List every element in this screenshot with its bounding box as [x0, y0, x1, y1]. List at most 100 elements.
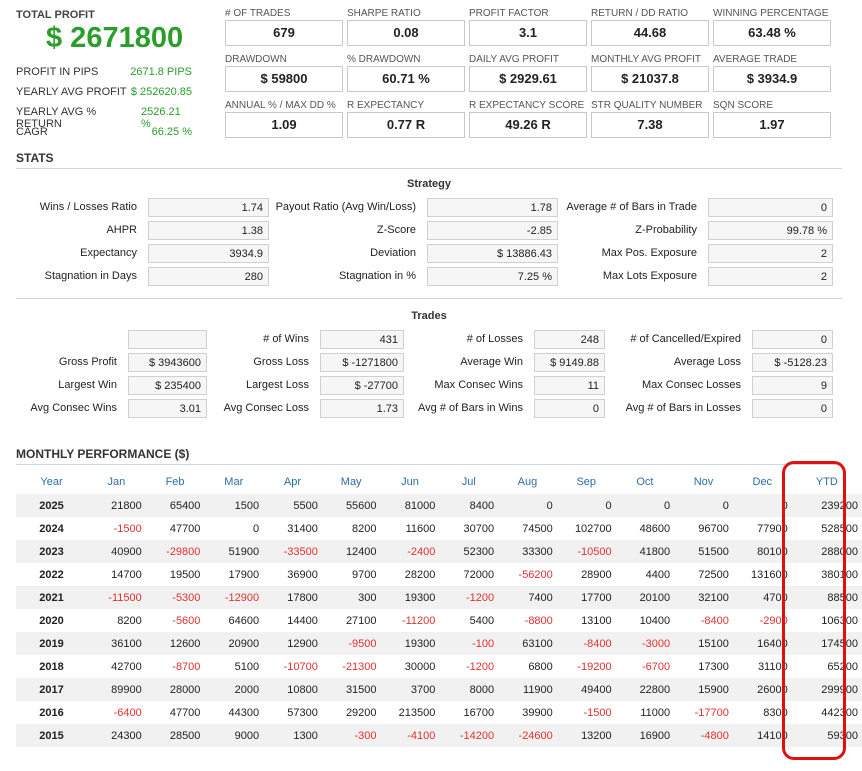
- table-row: 2023 40900 -29800 51900 -33500 12400 -2400 5230…: [16, 540, 862, 563]
- metric-value: 7.38: [591, 112, 709, 138]
- year-cell: 2019: [16, 632, 88, 655]
- summary-row: CAGR 66.25 %: [16, 126, 192, 138]
- stat-value: 280: [148, 267, 269, 286]
- trade-stat-label: Max Consec Losses: [641, 379, 741, 391]
- metric-label: MONTHLY AVG PROFIT: [591, 54, 702, 65]
- month-value-cell: 47700: [169, 522, 201, 535]
- stat-label: Max Lots Exposure: [602, 270, 697, 282]
- month-value-cell: 5400: [469, 614, 495, 627]
- month-value-cell: 64600: [228, 614, 260, 627]
- column-header-mar[interactable]: Mar: [204, 469, 263, 494]
- month-value-cell: 102700: [574, 522, 612, 535]
- column-header-may[interactable]: May: [322, 469, 381, 494]
- month-value-cell: 300: [321, 586, 381, 609]
- month-value-cell: 3700: [380, 678, 440, 701]
- trade-stat-label: Avg Consec Wins: [30, 402, 117, 414]
- month-value-cell: 7400: [498, 586, 557, 609]
- column-header-apr[interactable]: Apr: [263, 469, 322, 494]
- stat-label: Wins / Losses Ratio: [39, 201, 137, 213]
- divider: [16, 168, 842, 169]
- trade-stat-label: Largest Loss: [246, 379, 309, 391]
- month-value-cell: -3000: [615, 632, 675, 655]
- month-value-cell: 19300: [380, 586, 440, 609]
- year-cell: 2022: [39, 568, 64, 581]
- summary-value: 66.25 %: [151, 126, 192, 138]
- column-header-jul[interactable]: Jul: [439, 469, 498, 494]
- month-value-cell: 30700: [463, 522, 495, 535]
- table-row: 2019 36100 12600 20900 12900 -9500 19300 -100 63…: [16, 632, 862, 655]
- summary-label: PROFIT IN PIPS: [16, 66, 99, 78]
- month-value-cell: 72500: [698, 568, 729, 581]
- stat-label: Stagnation in %: [338, 270, 416, 282]
- month-value-cell: 20100: [615, 586, 675, 609]
- month-value-cell: 8200: [352, 522, 377, 535]
- month-value-cell: 2000: [204, 678, 264, 701]
- month-value-cell: 16900: [615, 724, 675, 747]
- metric-value: 3.1: [469, 20, 587, 46]
- table-row: 2024 -1500 47700 0 31400 8200 11600 30700 74500 1…: [16, 517, 862, 540]
- stat-value: 3934.9: [148, 244, 269, 263]
- month-value-cell: 74500: [522, 522, 553, 535]
- column-header-aug[interactable]: Aug: [498, 469, 557, 494]
- month-value-cell: -4800: [674, 724, 733, 747]
- month-value-cell: -8400: [700, 614, 729, 627]
- year-cell: 2017: [16, 678, 88, 701]
- month-value-cell: 41800: [615, 540, 675, 563]
- month-value-cell: 12400: [321, 540, 381, 563]
- trade-stat-label: Avg Consec Loss: [223, 402, 309, 414]
- month-value-cell: 12600: [145, 632, 205, 655]
- column-header-feb[interactable]: Feb: [146, 469, 205, 494]
- month-value-cell: 36100: [87, 632, 146, 655]
- year-cell: 2018: [39, 660, 64, 673]
- month-value-cell: 11600: [405, 522, 436, 535]
- month-value-cell: 42700: [111, 660, 142, 673]
- metric-label: AVERAGE TRADE: [713, 54, 798, 65]
- month-value-cell: -11200: [401, 614, 436, 627]
- month-value-cell: 14400: [287, 614, 318, 627]
- month-value-cell: 17900: [228, 568, 260, 581]
- metric-label: R EXPECTANCY: [347, 100, 425, 111]
- month-value-cell: 40900: [87, 540, 146, 563]
- column-header-oct[interactable]: Oct: [616, 469, 675, 494]
- month-value-cell: 16700: [463, 706, 495, 719]
- month-value-cell: -19200: [577, 660, 612, 673]
- column-header-jun[interactable]: Jun: [381, 469, 440, 494]
- metric-label: # OF TRADES: [225, 8, 291, 19]
- summary-row: PROFIT IN PIPS 2671.8 PIPS: [16, 66, 192, 78]
- month-value-cell: 52300: [439, 540, 499, 563]
- month-value-cell: -8400: [556, 632, 616, 655]
- month-value-cell: 63100: [498, 632, 557, 655]
- stat-label: Z-Probability: [635, 224, 697, 236]
- metric-label: WINNING PERCENTAGE: [713, 8, 829, 19]
- metric-value: 44.68: [591, 20, 709, 46]
- month-value-cell: -4100: [380, 724, 440, 747]
- month-value-cell: -9500: [321, 632, 381, 655]
- column-header-jan[interactable]: Jan: [87, 469, 146, 494]
- month-value-cell: 213500: [398, 706, 436, 719]
- stat-value: $ 13886.43: [427, 244, 558, 263]
- metric-value: $ 21037.8: [591, 66, 709, 92]
- trade-stat-value: 0: [752, 399, 833, 418]
- table-row: 2018 42700 -8700 5100 -10700 -21300 30000 -1200…: [16, 655, 862, 678]
- month-value-cell: 47700: [169, 706, 201, 719]
- column-header-nov[interactable]: Nov: [674, 469, 733, 494]
- month-value-cell: 24300: [87, 724, 146, 747]
- metric-value: 60.71 %: [347, 66, 465, 92]
- trade-stat-value: $ 3943600: [128, 353, 207, 372]
- month-value-cell: -12900: [204, 586, 264, 609]
- metric-value: 679: [225, 20, 343, 46]
- trade-stat-value: 431: [320, 330, 404, 349]
- month-value-cell: 51500: [674, 540, 733, 563]
- stat-label: Payout Ratio (Avg Win/Loss): [275, 201, 416, 213]
- month-value-cell: 49400: [556, 678, 616, 701]
- month-value-cell: 0: [556, 494, 616, 517]
- stat-label: AHPR: [106, 224, 137, 236]
- stats-title: STATS: [16, 151, 54, 165]
- column-header-year[interactable]: Year: [16, 469, 87, 494]
- column-header-sep[interactable]: Sep: [557, 469, 616, 494]
- year-cell: 2020: [39, 614, 64, 627]
- stat-value: -2.85: [427, 221, 558, 240]
- month-value-cell: -11500: [87, 586, 146, 609]
- month-value-cell: 33300: [498, 540, 557, 563]
- month-value-cell: 0: [498, 494, 557, 517]
